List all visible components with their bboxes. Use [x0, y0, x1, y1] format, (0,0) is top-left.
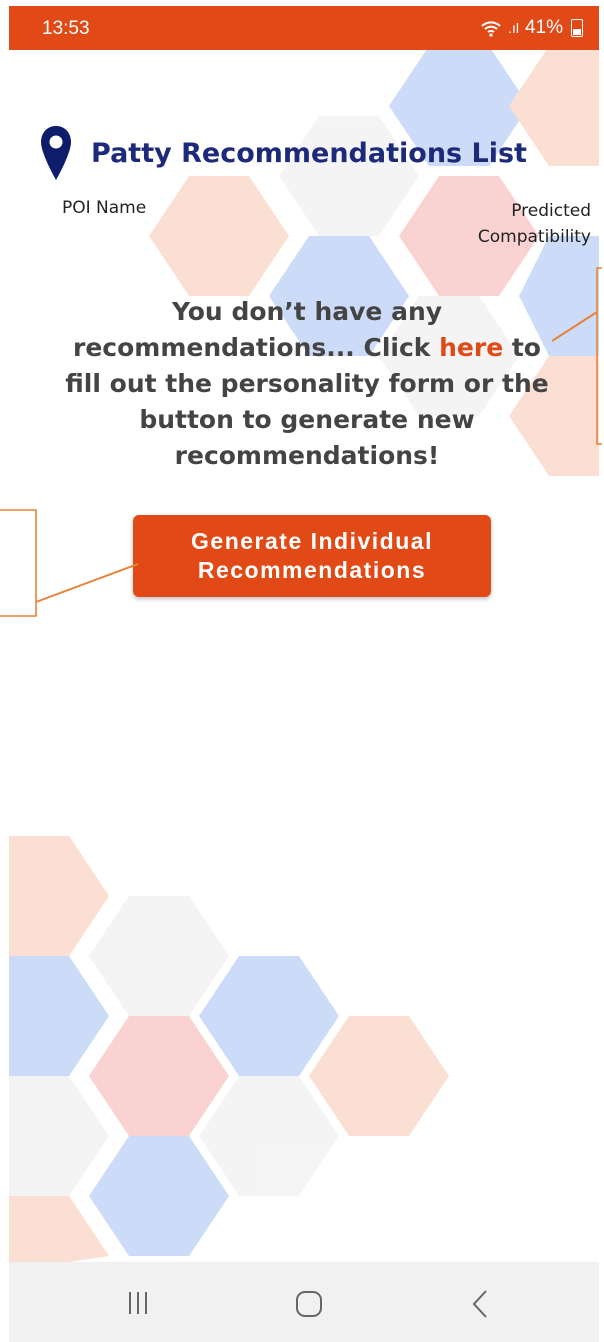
- back-icon[interactable]: [471, 1289, 489, 1319]
- page-title: Patty Recommendations List: [91, 137, 527, 169]
- column-header-poi-name: POI Name: [62, 198, 147, 218]
- home-icon[interactable]: [294, 1289, 324, 1319]
- status-icons: .ıl 41%: [480, 17, 583, 39]
- recent-apps-icon[interactable]: [127, 1290, 149, 1316]
- battery-icon: [571, 19, 583, 37]
- column-header-predicted-compatibility: Predicted Compatibility: [477, 201, 591, 247]
- page-header: Patty Recommendations List: [39, 124, 527, 182]
- navigation-bar: [9, 1262, 599, 1342]
- message-text-start: You don’t have any recommendations... Cl…: [73, 297, 443, 362]
- generate-recommendations-button[interactable]: Generate Individual Recommendations: [133, 515, 491, 597]
- battery-percent: 41%: [524, 17, 563, 38]
- signal-icon: .ıl: [508, 20, 519, 36]
- status-time: 13:53: [42, 18, 90, 39]
- generate-button-label-line2: Recommendations: [197, 557, 427, 583]
- personality-form-link[interactable]: here: [439, 333, 503, 362]
- generate-button-label-line1: Generate Individual: [191, 528, 433, 554]
- location-pin-icon: [41, 126, 71, 180]
- wifi-icon: [481, 21, 501, 37]
- generate-button-label: Generate Individual Recommendations: [191, 527, 433, 585]
- phone-screen: 13:53 .ıl 41% Patty Recommendations List…: [9, 6, 599, 1342]
- empty-state-message: You don’t have any recommendations... Cl…: [57, 294, 557, 474]
- status-bar: 13:53 .ıl 41%: [9, 6, 599, 50]
